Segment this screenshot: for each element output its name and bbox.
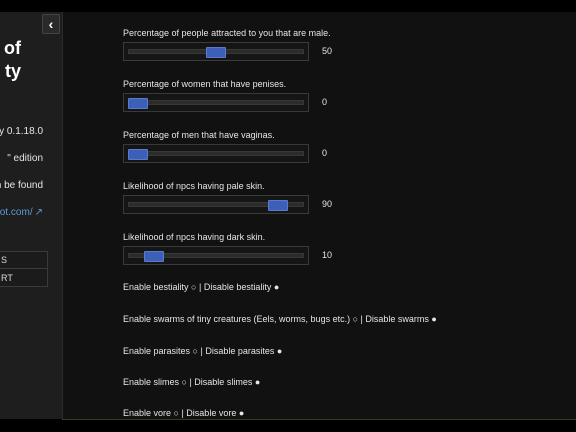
slider-value: 10 bbox=[322, 250, 333, 260]
slider[interactable] bbox=[123, 144, 309, 163]
game-title-line-2: ty bbox=[4, 61, 21, 81]
external-link[interactable]: pot.com/ ↗ bbox=[0, 207, 43, 218]
toggle-vore[interactable]: Enable vore ○ | Disable vore ● bbox=[123, 408, 244, 418]
sidebar-button-saves[interactable]: S bbox=[0, 251, 48, 269]
collapse-sidebar-button[interactable]: ‹ bbox=[42, 14, 60, 34]
slider-label: Percentage of men that have vaginas. bbox=[123, 130, 275, 140]
game-title-line-1: s of bbox=[0, 38, 21, 58]
slider[interactable] bbox=[123, 195, 309, 214]
edition-text: " edition bbox=[7, 153, 43, 164]
slider-thumb[interactable] bbox=[143, 251, 164, 262]
toggle-bestiality[interactable]: Enable bestiality ○ | Disable bestiality… bbox=[123, 282, 279, 292]
slider[interactable] bbox=[123, 246, 309, 265]
slider-setting-dark-skin: Likelihood of npcs having dark skin. 10 bbox=[123, 232, 563, 265]
slider-value: 90 bbox=[322, 199, 333, 209]
slider-thumb[interactable] bbox=[128, 98, 148, 109]
bottom-divider bbox=[62, 419, 576, 420]
chevron-left-icon: ‹ bbox=[48, 16, 54, 32]
game-screen: ‹ s of ty y 0.1.18.0 " edition an be fou… bbox=[0, 12, 576, 419]
slider-value: 0 bbox=[322, 148, 328, 158]
slider[interactable] bbox=[123, 42, 309, 61]
slider-label: Percentage of women that have penises. bbox=[123, 79, 287, 89]
slider-value: 0 bbox=[322, 97, 328, 107]
slider-setting-women-penises: Percentage of women that have penises. 0 bbox=[123, 79, 563, 112]
slider-thumb[interactable] bbox=[268, 200, 289, 211]
slider[interactable] bbox=[123, 93, 309, 112]
slider-thumb[interactable] bbox=[206, 47, 226, 58]
settings-panel: Percentage of people attracted to you th… bbox=[123, 12, 563, 419]
slider-value: 50 bbox=[322, 46, 333, 56]
found-text: an be found bbox=[0, 180, 43, 191]
slider-label: Likelihood of npcs having pale skin. bbox=[123, 181, 265, 191]
sidebar-button-restart[interactable]: RT bbox=[0, 269, 48, 287]
external-link-icon: ↗ bbox=[34, 207, 43, 218]
slider-setting-men-vaginas: Percentage of men that have vaginas. 0 bbox=[123, 130, 563, 163]
link-text: pot.com/ bbox=[0, 207, 33, 218]
sidebar-button-label: S bbox=[1, 255, 8, 265]
slider-track bbox=[128, 151, 304, 156]
slider-label: Likelihood of npcs having dark skin. bbox=[123, 232, 266, 242]
slider-thumb[interactable] bbox=[128, 149, 148, 160]
slider-setting-male-attraction: Percentage of people attracted to you th… bbox=[123, 28, 563, 61]
slider-label: Percentage of people attracted to you th… bbox=[123, 28, 331, 38]
slider-setting-pale-skin: Likelihood of npcs having pale skin. 90 bbox=[123, 181, 563, 214]
toggle-swarms[interactable]: Enable swarms of tiny creatures (Eels, w… bbox=[123, 314, 437, 324]
version-text: y 0.1.18.0 bbox=[0, 126, 43, 137]
toggle-slimes[interactable]: Enable slimes ○ | Disable slimes ● bbox=[123, 377, 260, 387]
sidebar-button-label: RT bbox=[1, 272, 13, 283]
toggle-parasites[interactable]: Enable parasites ○ | Disable parasites ● bbox=[123, 346, 282, 356]
bottom-bar bbox=[0, 419, 576, 432]
sidebar-button-group: S RT bbox=[0, 251, 48, 287]
sidebar: ‹ s of ty y 0.1.18.0 " edition an be fou… bbox=[0, 12, 63, 419]
slider-track bbox=[128, 100, 304, 105]
